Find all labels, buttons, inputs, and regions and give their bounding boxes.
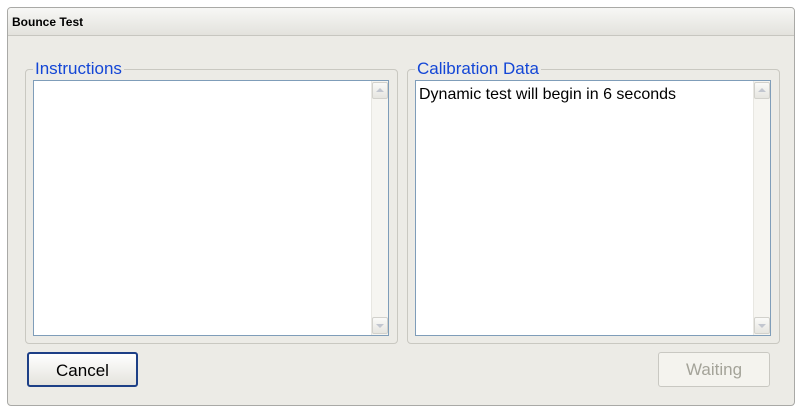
calibration-data-text: Dynamic test will begin in 6 seconds [419,86,677,103]
instructions-group: Instructions [25,59,398,344]
calibration-scroll-down-button[interactable] [754,317,770,334]
bounce-test-dialog: Bounce Test Instructions Calibration Dat… [7,7,795,406]
calibration-data-textbox[interactable]: Dynamic test will begin in 6 seconds [415,80,771,336]
waiting-button[interactable]: Waiting [658,352,770,387]
title-bar[interactable]: Bounce Test [8,8,794,36]
calibration-data-group: Calibration Data Dynamic test will begin… [407,59,780,344]
calibration-data-legend: Calibration Data [415,59,541,79]
instructions-legend: Instructions [33,59,124,79]
window-title: Bounce Test [12,15,84,29]
instructions-scroll-down-button[interactable] [372,317,388,334]
instructions-scroll-up-button[interactable] [372,82,388,99]
chevron-up-icon [376,88,384,92]
chevron-down-icon [758,324,766,328]
chevron-down-icon [376,324,384,328]
calibration-scroll-up-button[interactable] [754,82,770,99]
chevron-up-icon [758,88,766,92]
instructions-textbox[interactable] [33,80,389,336]
cancel-button[interactable]: Cancel [27,352,138,387]
instructions-scrollbar[interactable] [371,81,388,335]
calibration-data-scrollbar[interactable] [753,81,770,335]
